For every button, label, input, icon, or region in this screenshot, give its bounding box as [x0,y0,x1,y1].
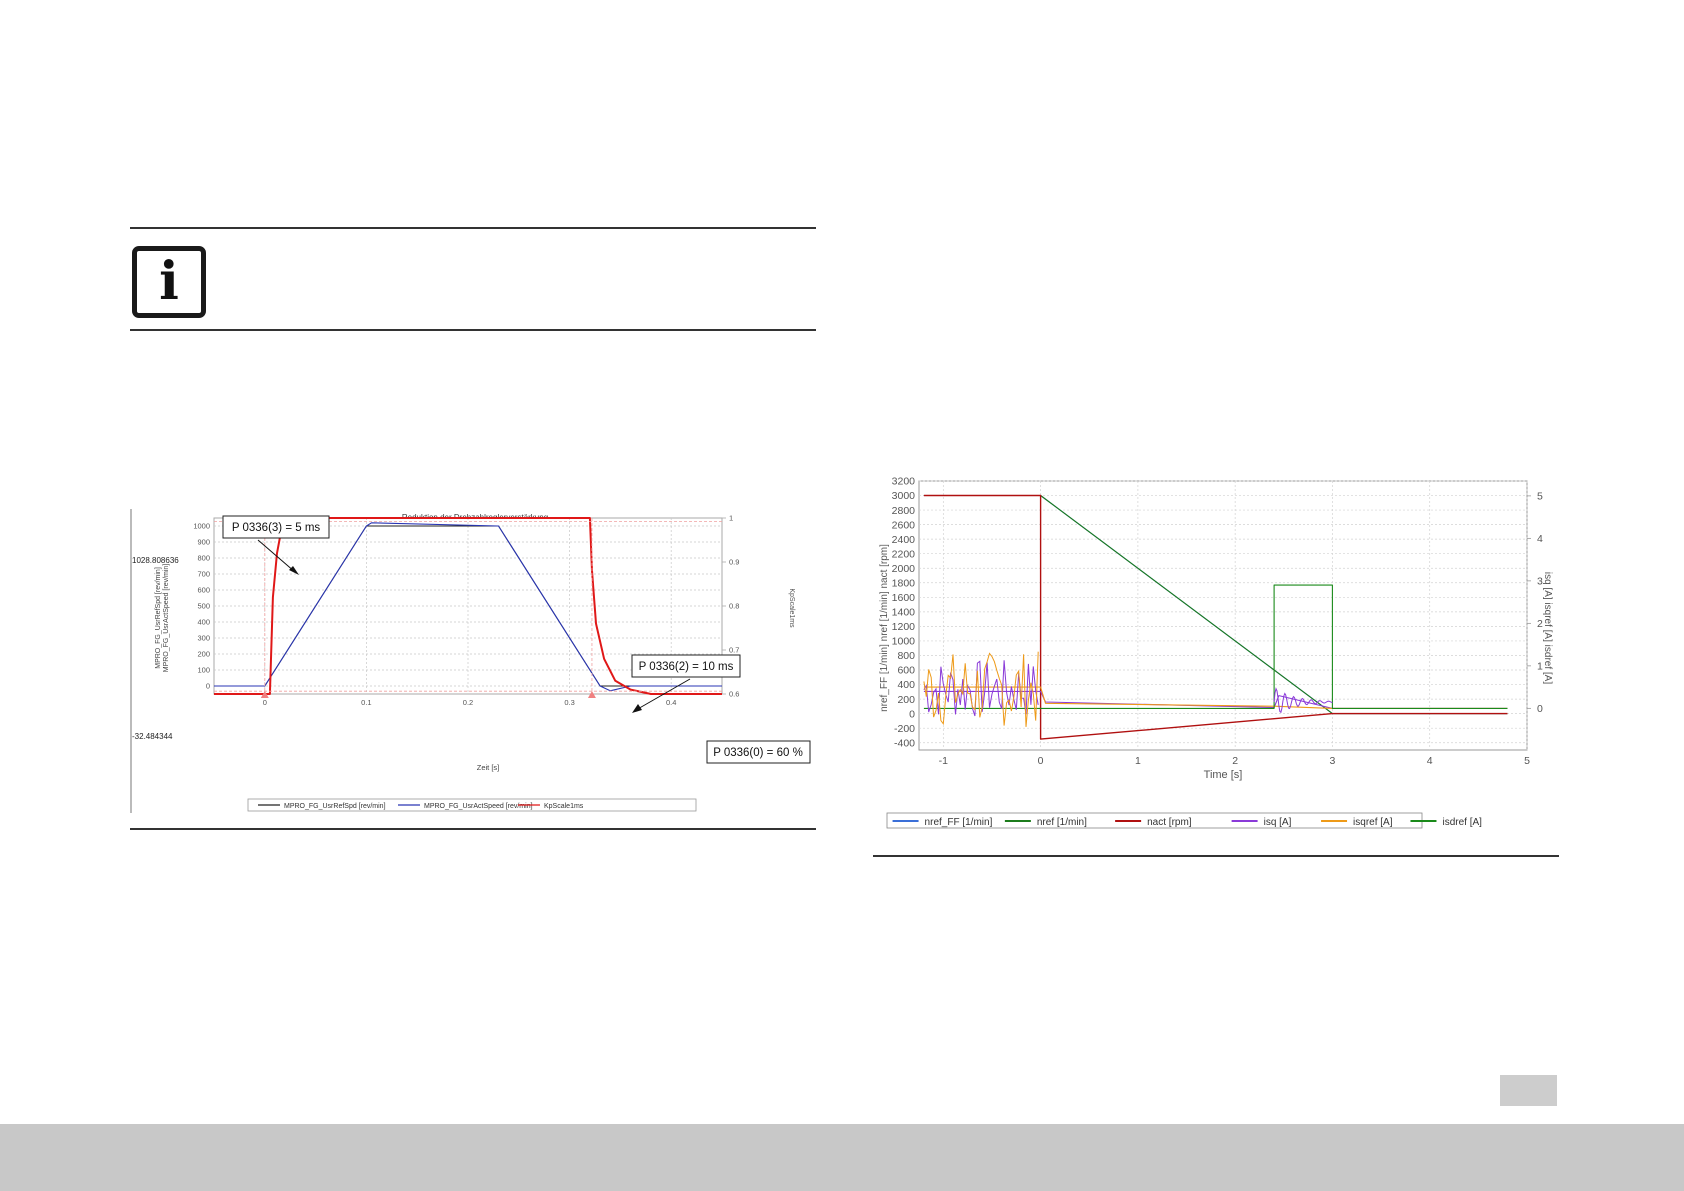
y2-tick-label: 1 [729,514,733,523]
y-tick-label: 700 [197,570,210,579]
legend-label: nref_FF [1/min] [925,817,993,828]
cursor-label-bottom: -32.484344 [132,732,173,741]
y-tick-label: 600 [897,665,915,677]
y-tick-label: 800 [897,650,915,662]
y-tick-label: 1000 [193,522,210,531]
y-tick-label: 100 [197,666,210,675]
y-tick-label: 1800 [892,577,916,589]
cursor-label-top: 1028.808636 [132,556,179,565]
y-tick-label: 200 [897,694,915,706]
x-tick-label: 5 [1524,755,1530,767]
chart-legend: nref_FF [1/min] nref [1/min] nact [rpm] isq… [886,812,1482,829]
y-axis-label-line: MPRO_FG_UsrRefSpd [rev/min] [155,567,162,669]
y2-tick-label: 0.6 [729,690,739,699]
chart-grid [918,480,1528,751]
speed-controller-chart: Reduktion der Drehzahlreglerverstärkung … [130,509,819,815]
y-tick-label: 200 [197,650,210,659]
footer-band [0,1124,1684,1191]
legend-label: isdref [A] [1442,817,1482,828]
x-tick-label: 4 [1427,755,1433,767]
legend-label: isqref [A] [1353,817,1393,828]
y-tick-label: 300 [197,634,210,643]
y-tick-label: 400 [897,679,915,691]
x-axis-label: Zeit [s] [477,763,500,772]
y-axis-label-line: MPRO_FG_UsrActSpeed [rev/min] [163,564,170,673]
y-tick-label: -400 [894,737,915,749]
legend-label: nref [1/min] [1037,817,1087,828]
annotation-text: P 0336(0) = 60 % [713,747,803,759]
y-tick-label: 1600 [892,592,916,604]
y-axis-label: nref_FF [1/min] nref [1/min] nact [rpm] [879,544,890,712]
y-tick-label: 2200 [892,548,916,560]
y-tick-label: 400 [197,618,210,627]
y2-tick-label: 0.7 [729,646,739,655]
page-number-box [1500,1075,1557,1106]
y-tick-label: 1000 [892,636,916,648]
x-tick-label: 0 [1038,755,1044,767]
right-figure-bottom-rule [873,855,1559,857]
annotation-p0336-0: P 0336(0) = 60 % [706,740,811,764]
x-tick-label: 0.1 [361,698,371,707]
x-tick-label: 2 [1232,755,1238,767]
y2-axis-label: isq [A] isqref [A] isdref [A] [1542,572,1553,684]
y-tick-label: 800 [197,554,210,563]
y-tick-label: 1400 [892,607,916,619]
y-tick-label: 1200 [892,621,916,633]
legend-label: KpScale1ms [544,803,584,810]
y-tick-label: 600 [197,586,210,595]
info-top-rule [130,227,816,229]
speed-ramp-chart: -1 0 1 2 3 4 532003000280026002400220020001800… [879,476,1553,829]
y-tick-label: 2600 [892,519,916,531]
y-tick-label: 500 [197,602,210,611]
y2-tick-label: 0.8 [729,602,739,611]
info-icon-glyph: i [159,251,179,312]
y-tick-label: 0 [909,708,915,720]
chart-legend: MPRO_FG_UsrRefSpd [rev/min] MPRO_FG_UsrAc… [247,798,697,812]
legend-label: isq [A] [1264,817,1292,828]
y-tick-label: 2800 [892,505,916,517]
plot-area [918,480,1528,751]
y2-tick-label: 5 [1537,491,1543,503]
y-tick-label: 900 [197,538,210,547]
info-icon: i [132,246,206,318]
y-axis-label: MPRO_FG_UsrRefSpd [rev/min] MPRO_FG_UsrAc… [155,564,170,673]
y2-tick-label: 4 [1537,533,1543,545]
legend-label: MPRO_FG_UsrRefSpd [rev/min] [284,803,386,810]
x-axis-label: Time [s] [1204,769,1243,781]
x-tick-label: 0.3 [564,698,574,707]
y-tick-label: -200 [894,723,915,735]
x-tick-label: 3 [1330,755,1336,767]
y-tick-label: 0 [206,682,210,691]
x-tick-label: 0.2 [463,698,473,707]
left-figure-bottom-rule [130,828,816,830]
x-tick-label: -1 [939,755,948,767]
y2-axis-label: KpScale1ms [788,588,795,628]
x-tick-label: 1 [1135,755,1141,767]
x-tick-label: 0 [263,698,267,707]
legend-label: MPRO_FG_UsrActSpeed [rev/min] [424,803,533,810]
y2-tick-label: 0.9 [729,558,739,567]
legend-label: nact [rpm] [1147,817,1192,828]
y-tick-label: 2400 [892,534,916,546]
y-tick-label: 2000 [892,563,916,575]
y2-tick-label: 0 [1537,703,1543,715]
y-tick-label: 3000 [892,490,916,502]
info-bottom-rule [130,329,816,331]
y-tick-label: 3200 [892,476,916,488]
x-tick-label: 0.4 [666,698,676,707]
annotation-text: P 0336(3) = 5 ms [232,522,321,534]
annotation-text: P 0336(2) = 10 ms [639,661,734,673]
